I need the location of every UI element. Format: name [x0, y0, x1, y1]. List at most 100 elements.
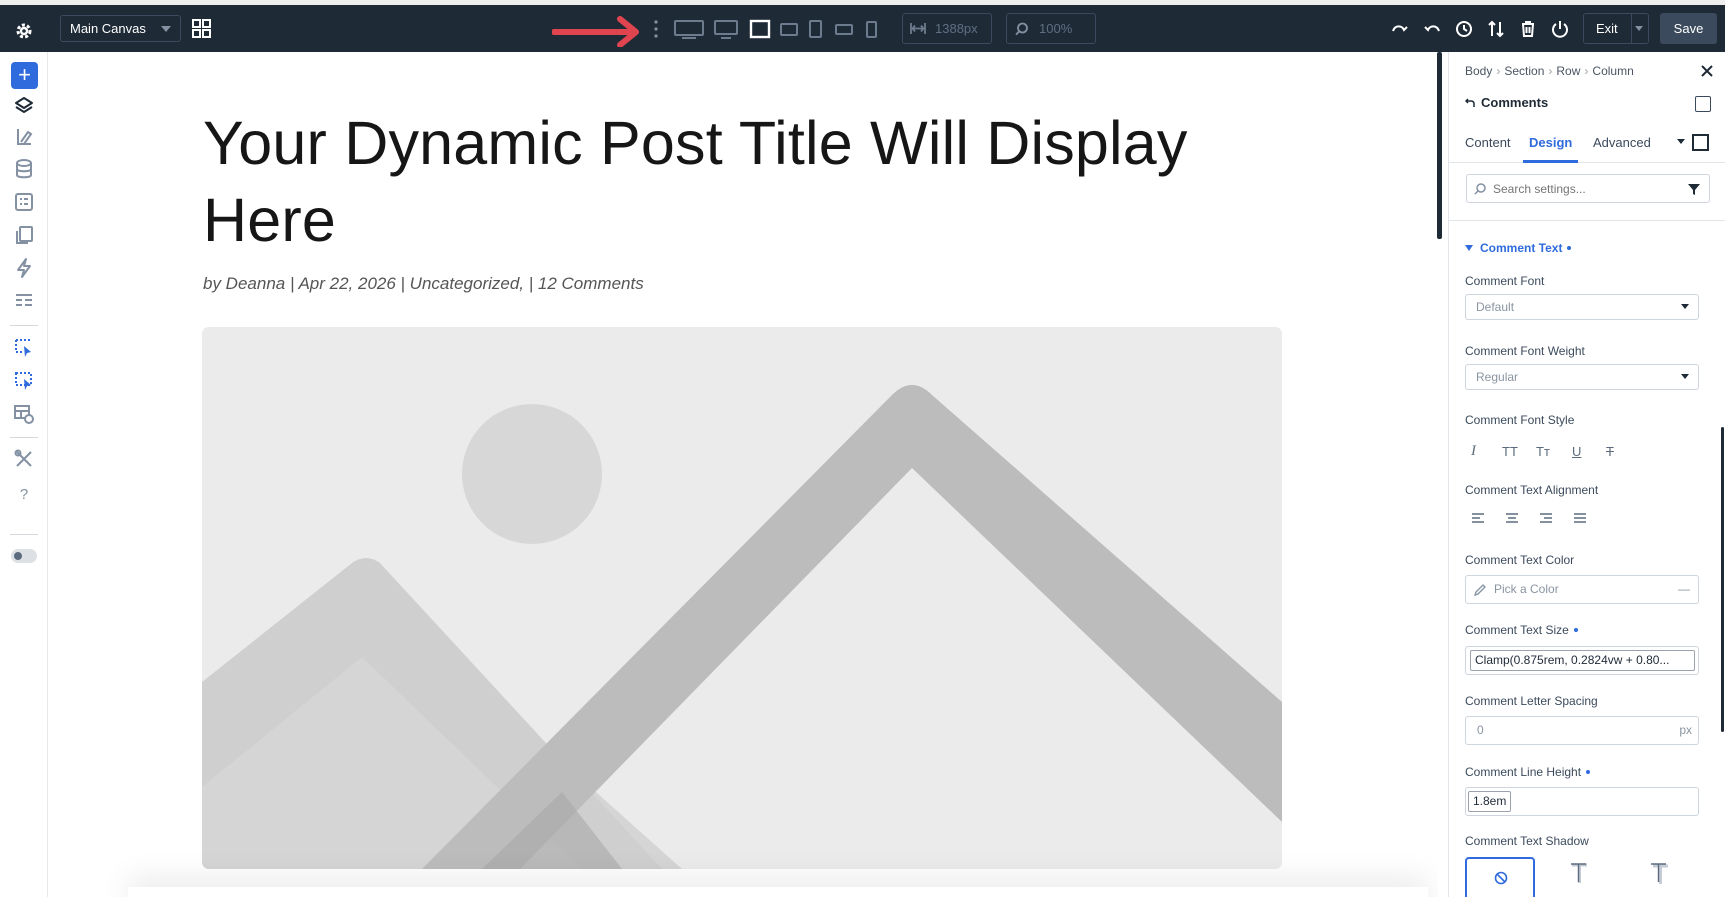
comment-line-height-label-text: Comment Line Height	[1465, 765, 1582, 779]
comment-text-color-picker[interactable]: Pick a Color —	[1465, 575, 1699, 604]
canvas-scrollbar[interactable]	[1437, 52, 1442, 239]
trash-icon[interactable]	[1518, 19, 1538, 39]
tools-icon[interactable]	[13, 448, 35, 470]
help-icon[interactable]: ?	[13, 482, 35, 504]
group-comment-text[interactable]: Comment Text	[1465, 241, 1572, 255]
align-justify-icon[interactable]	[1573, 512, 1587, 526]
database-icon[interactable]	[13, 158, 35, 180]
text-shadow-t-icon	[1571, 863, 1587, 883]
wireframe-toggle[interactable]	[11, 549, 37, 563]
filter-icon[interactable]	[1688, 183, 1700, 195]
undo-icon[interactable]	[1390, 19, 1410, 39]
multi-select-icon[interactable]	[13, 370, 35, 392]
comment-text-size-field[interactable]: Clamp(0.875rem, 0.2824vw + 0.80...	[1465, 646, 1699, 675]
comment-font-style-label: Comment Font Style	[1465, 413, 1575, 427]
history-clock-icon[interactable]	[1454, 19, 1474, 39]
comment-text-size-value[interactable]: Clamp(0.875rem, 0.2824vw + 0.80...	[1470, 650, 1695, 671]
shadow-none-option[interactable]	[1465, 857, 1535, 897]
italic-icon[interactable]: I	[1471, 443, 1476, 460]
comment-letter-spacing-label: Comment Letter Spacing	[1465, 694, 1598, 708]
back-arrow-icon[interactable]	[1465, 98, 1475, 108]
no-shadow-icon	[1494, 871, 1508, 885]
more-dots-icon[interactable]	[652, 19, 660, 39]
tab-design[interactable]: Design	[1523, 122, 1579, 163]
chevron-down-icon	[161, 26, 171, 32]
shadow-preset-2-option[interactable]	[1624, 857, 1694, 897]
exit-button[interactable]: Exit	[1583, 13, 1649, 44]
comment-text-color-label: Comment Text Color	[1465, 553, 1575, 567]
underline-icon[interactable]: U	[1572, 444, 1581, 459]
device-desktop-icon[interactable]	[714, 18, 738, 40]
panel-scrollbar[interactable]	[1721, 427, 1724, 732]
comment-letter-spacing-field[interactable]: 0 px	[1465, 716, 1699, 745]
eyedropper-icon[interactable]	[1474, 584, 1486, 596]
left-sidebar: + ?	[0, 52, 48, 897]
line-height-value[interactable]: 1.8em	[1468, 791, 1512, 812]
device-widescreen-icon[interactable]	[674, 18, 704, 40]
breadcrumb-item[interactable]: Section	[1504, 64, 1544, 78]
uppercase-icon[interactable]: TT	[1502, 444, 1518, 459]
redo-icon[interactable]	[1422, 19, 1442, 39]
grid-view-icon[interactable]	[192, 19, 211, 38]
layers-icon[interactable]	[13, 95, 35, 117]
import-export-icon[interactable]	[1486, 19, 1506, 39]
device-phone-landscape-icon[interactable]	[835, 18, 853, 40]
lightning-icon[interactable]	[13, 257, 35, 279]
preset-square-icon[interactable]	[1692, 134, 1709, 151]
breadcrumb-item[interactable]: Row	[1556, 64, 1580, 78]
letter-spacing-value[interactable]: 0	[1477, 717, 1484, 744]
device-tablet-landscape-icon[interactable]	[780, 18, 798, 40]
text-alignment-options	[1465, 512, 1587, 532]
chevron-down-icon[interactable]	[1677, 139, 1685, 144]
device-laptop-icon[interactable]	[749, 18, 771, 40]
breadcrumb-item[interactable]: Column	[1592, 64, 1633, 78]
panel-tabs: Content Design Advanced	[1449, 122, 1725, 163]
chevron-down-icon[interactable]	[1635, 26, 1643, 31]
comment-line-height-field[interactable]: 1.8em	[1465, 787, 1699, 816]
align-right-icon[interactable]	[1539, 512, 1553, 526]
save-button[interactable]: Save	[1660, 13, 1717, 44]
color-placeholder: Pick a Color	[1494, 582, 1559, 596]
builder-canvas[interactable]: Your Dynamic Post Title Will Display Her…	[48, 52, 1438, 897]
form-fields-icon[interactable]	[13, 290, 35, 312]
close-icon[interactable]	[1700, 64, 1714, 78]
device-tablet-icon[interactable]	[809, 18, 822, 40]
module-title: Comments	[1481, 95, 1549, 110]
device-phone-icon[interactable]	[866, 18, 877, 40]
post-title[interactable]: Your Dynamic Post Title Will Display Her…	[203, 105, 1293, 259]
canvas-bottom-shadow	[128, 887, 1428, 897]
canvas-selector[interactable]: Main Canvas	[60, 15, 181, 42]
comment-font-weight-select[interactable]: Regular	[1465, 364, 1699, 390]
image-placeholder-icon	[202, 327, 1282, 869]
align-left-icon[interactable]	[1471, 512, 1485, 526]
page-settings-icon[interactable]	[13, 191, 35, 213]
zoom-field[interactable]: 100%	[1006, 13, 1096, 44]
preview-layout-icon[interactable]	[13, 403, 35, 425]
featured-image-placeholder[interactable]	[202, 327, 1282, 869]
module-options-icon[interactable]	[1695, 96, 1711, 112]
svg-text:?: ?	[20, 486, 28, 503]
modified-dot	[1573, 628, 1578, 632]
sidebar-divider	[10, 437, 38, 438]
modified-dot	[1567, 246, 1572, 250]
post-meta[interactable]: by Deanna | Apr 22, 2026 | Uncategorized…	[203, 274, 644, 294]
align-center-icon[interactable]	[1505, 512, 1519, 526]
pages-icon[interactable]	[13, 224, 35, 246]
comment-font-select[interactable]: Default	[1465, 294, 1699, 320]
search-input[interactable]	[1466, 174, 1710, 203]
theme-builder-icon[interactable]	[13, 126, 35, 148]
add-element-button[interactable]: +	[11, 62, 38, 89]
canvas-width-field[interactable]: 1388px	[902, 13, 992, 44]
comment-font-label: Comment Font	[1465, 274, 1545, 288]
breadcrumb-item[interactable]: Body	[1465, 64, 1492, 78]
power-icon[interactable]	[1550, 19, 1570, 39]
click-select-icon[interactable]	[13, 337, 35, 359]
exit-label: Exit	[1596, 21, 1618, 36]
tab-content[interactable]: Content	[1465, 122, 1511, 163]
settings-gear-icon[interactable]	[14, 21, 34, 41]
strikethrough-icon[interactable]: T	[1606, 444, 1614, 459]
shadow-preset-1-option[interactable]	[1544, 857, 1614, 897]
capitalize-icon[interactable]: Tт	[1536, 444, 1550, 459]
letter-spacing-unit[interactable]: px	[1679, 717, 1692, 744]
tab-advanced[interactable]: Advanced	[1593, 122, 1651, 163]
